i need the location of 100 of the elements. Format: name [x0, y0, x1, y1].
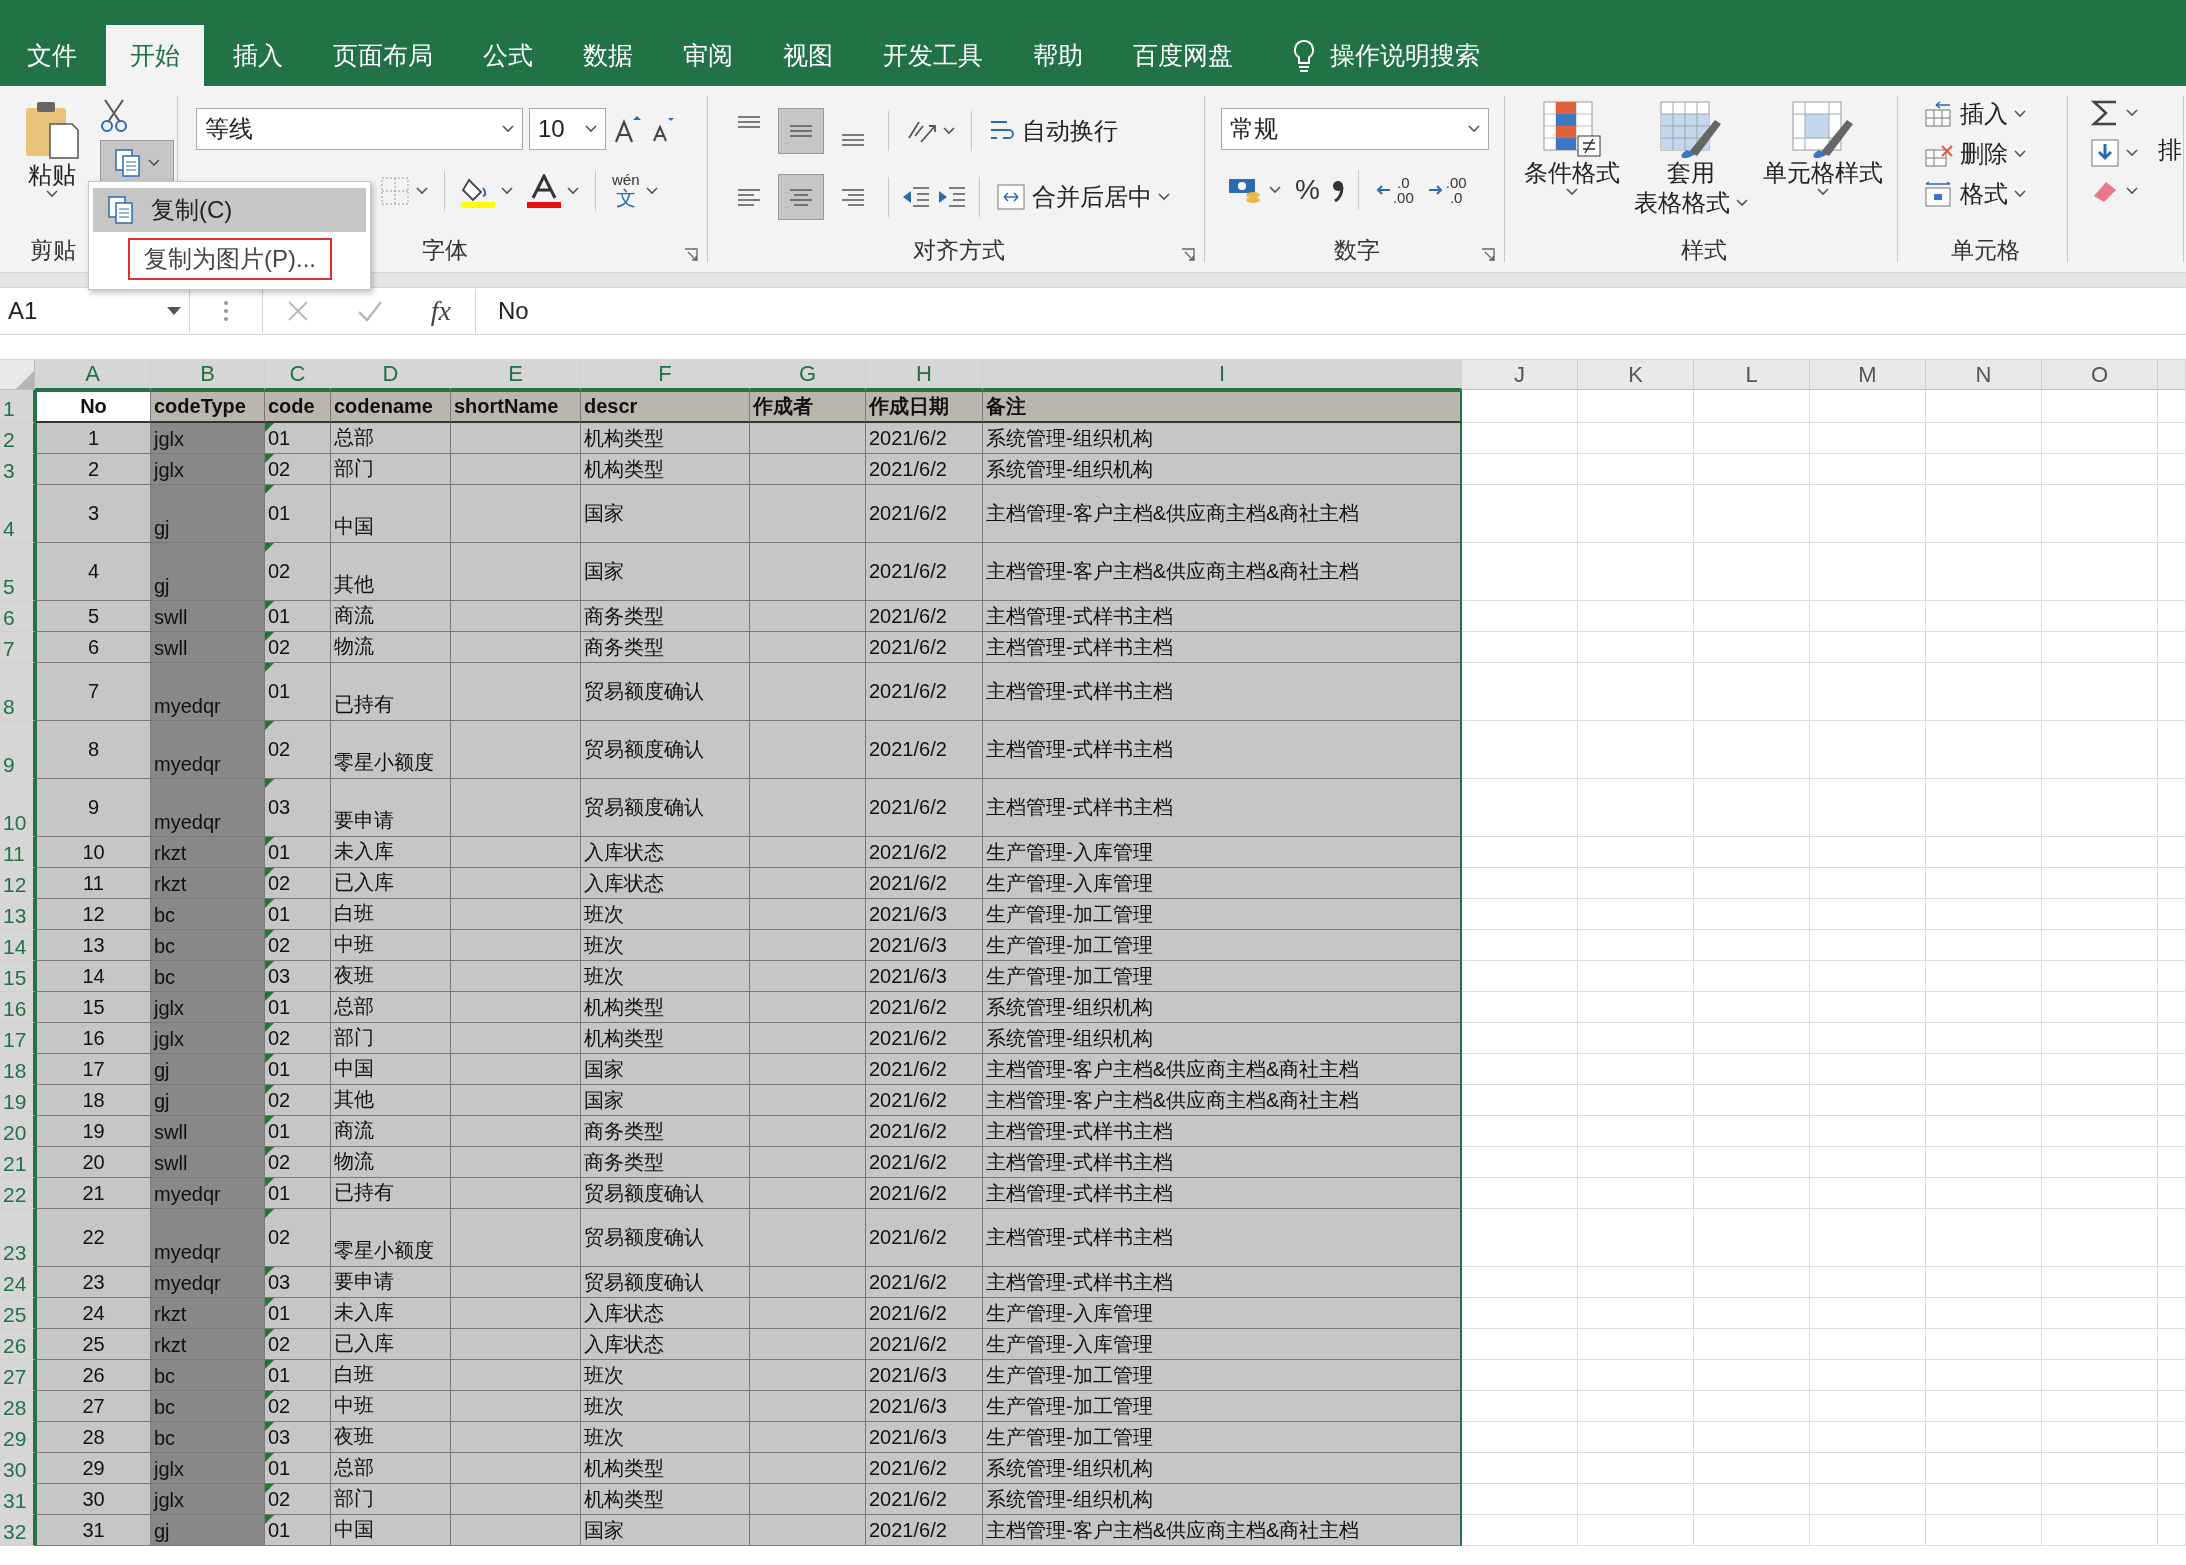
column-header[interactable]: L: [1694, 360, 1810, 390]
caret-icon[interactable]: [148, 159, 160, 167]
column-header[interactable]: N: [1926, 360, 2042, 390]
row-header[interactable]: 4: [0, 485, 35, 543]
font-name-field[interactable]: 等线: [196, 108, 523, 150]
row-header[interactable]: 31: [0, 1484, 35, 1515]
ribbon-tab[interactable]: 数据: [562, 25, 654, 86]
drag-handle-icon[interactable]: [223, 300, 229, 322]
row-header[interactable]: 28: [0, 1391, 35, 1422]
row-header[interactable]: 9: [0, 721, 35, 779]
caret-icon[interactable]: [2014, 110, 2026, 118]
align-center-button[interactable]: [778, 174, 824, 220]
caret-icon[interactable]: [2126, 149, 2138, 157]
caret-icon[interactable]: [1158, 193, 1170, 201]
decrease-decimal-button[interactable]: .00 .0: [1423, 173, 1471, 207]
align-middle-button[interactable]: [778, 108, 824, 154]
row-header[interactable]: 19: [0, 1085, 35, 1116]
insert-function-button[interactable]: fx: [430, 295, 451, 327]
row-header[interactable]: 15: [0, 961, 35, 992]
increase-indent-icon[interactable]: [937, 184, 967, 210]
row-header[interactable]: 8: [0, 663, 35, 721]
column-header[interactable]: H: [866, 360, 983, 390]
row-header[interactable]: 21: [0, 1147, 35, 1178]
cell-styles-button[interactable]: 单元格样式: [1762, 100, 1883, 228]
decrease-indent-icon[interactable]: [901, 184, 931, 210]
row-header[interactable]: 6: [0, 601, 35, 632]
row-header[interactable]: 29: [0, 1422, 35, 1453]
paste-button[interactable]: 粘贴: [12, 100, 92, 228]
ribbon-tab[interactable]: 插入: [212, 25, 304, 86]
conditional-format-button[interactable]: 条件格式: [1524, 100, 1621, 228]
column-header[interactable]: A: [35, 360, 151, 390]
row-header[interactable]: 3: [0, 454, 35, 485]
row-header[interactable]: 27: [0, 1360, 35, 1391]
increase-decimal-button[interactable]: .0 .00: [1370, 173, 1418, 207]
row-header[interactable]: 1: [0, 390, 35, 423]
caret-icon[interactable]: [567, 186, 579, 195]
row-header[interactable]: 25: [0, 1298, 35, 1329]
ribbon-tab[interactable]: 文件: [6, 25, 98, 86]
row-header[interactable]: 2: [0, 423, 35, 454]
row-header[interactable]: 14: [0, 930, 35, 961]
caret-icon[interactable]: [1736, 199, 1749, 207]
caret-icon[interactable]: [1816, 188, 1829, 196]
row-header[interactable]: 30: [0, 1453, 35, 1484]
row-header[interactable]: 32: [0, 1515, 35, 1546]
grow-font-icon[interactable]: [612, 114, 642, 144]
row-header[interactable]: 17: [0, 1023, 35, 1054]
menu-item[interactable]: 复制为图片(P)...: [130, 240, 330, 278]
ribbon-tab[interactable]: 视图: [762, 25, 854, 86]
row-header[interactable]: 13: [0, 899, 35, 930]
column-header[interactable]: I: [983, 360, 1462, 390]
caret-icon[interactable]: [2126, 109, 2138, 117]
ribbon-tab[interactable]: 开发工具: [862, 25, 1004, 86]
dialog-launcher-icon[interactable]: [684, 248, 698, 262]
column-header[interactable]: D: [331, 360, 451, 390]
scissors-icon[interactable]: [100, 98, 128, 132]
format-table-button[interactable]: 套用 表格格式: [1634, 100, 1749, 228]
row-header[interactable]: 12: [0, 868, 35, 899]
sort-button[interactable]: 排: [2158, 134, 2182, 166]
column-header[interactable]: M: [1810, 360, 1926, 390]
wrap-text-button[interactable]: 自动换行: [984, 113, 1122, 149]
row-header[interactable]: 22: [0, 1178, 35, 1209]
row-header[interactable]: 10: [0, 779, 35, 837]
row-header[interactable]: 16: [0, 992, 35, 1023]
caret-icon[interactable]: [167, 307, 181, 315]
ribbon-tab[interactable]: 公式: [462, 25, 554, 86]
search-hint[interactable]: 操作说明搜索: [1330, 39, 1480, 72]
row-header[interactable]: 24: [0, 1267, 35, 1298]
caret-icon[interactable]: [502, 125, 514, 133]
menu-item[interactable]: 复制(C): [93, 188, 366, 232]
ribbon-tab[interactable]: 页面布局: [312, 25, 454, 86]
caret-icon[interactable]: [501, 186, 513, 195]
ribbon-tab[interactable]: 百度网盘: [1112, 25, 1254, 86]
caret-icon[interactable]: [585, 125, 597, 133]
caret-icon[interactable]: [1566, 188, 1579, 196]
format-cells-button[interactable]: 格式: [1920, 176, 2030, 212]
merge-center-button[interactable]: 合并后居中: [992, 179, 1174, 215]
lightbulb-icon[interactable]: [1292, 38, 1316, 73]
caret-icon[interactable]: [1269, 186, 1281, 194]
column-header[interactable]: E: [451, 360, 581, 390]
insert-cells-button[interactable]: 插入: [1920, 96, 2030, 132]
phonetic-button[interactable]: wén 文: [608, 170, 662, 211]
percent-button[interactable]: %: [1291, 172, 1324, 208]
row-header[interactable]: 20: [0, 1116, 35, 1147]
row-header[interactable]: 18: [0, 1054, 35, 1085]
number-format-field[interactable]: 常规: [1221, 108, 1489, 150]
row-header[interactable]: 26: [0, 1329, 35, 1360]
row-header[interactable]: 7: [0, 632, 35, 663]
dialog-launcher-icon[interactable]: [1181, 248, 1195, 262]
caret-icon[interactable]: [2014, 150, 2026, 158]
column-header[interactable]: B: [151, 360, 265, 390]
column-header[interactable]: O: [2042, 360, 2158, 390]
formula-input[interactable]: No: [476, 289, 2186, 333]
font-size-field[interactable]: 10: [529, 108, 606, 150]
row-header[interactable]: 23: [0, 1209, 35, 1267]
column-header[interactable]: K: [1578, 360, 1694, 390]
row-header[interactable]: 11: [0, 837, 35, 868]
column-header[interactable]: C: [265, 360, 331, 390]
row-header[interactable]: 5: [0, 543, 35, 601]
ribbon-tab[interactable]: 审阅: [662, 25, 754, 86]
ribbon-tab[interactable]: 帮助: [1012, 25, 1104, 86]
